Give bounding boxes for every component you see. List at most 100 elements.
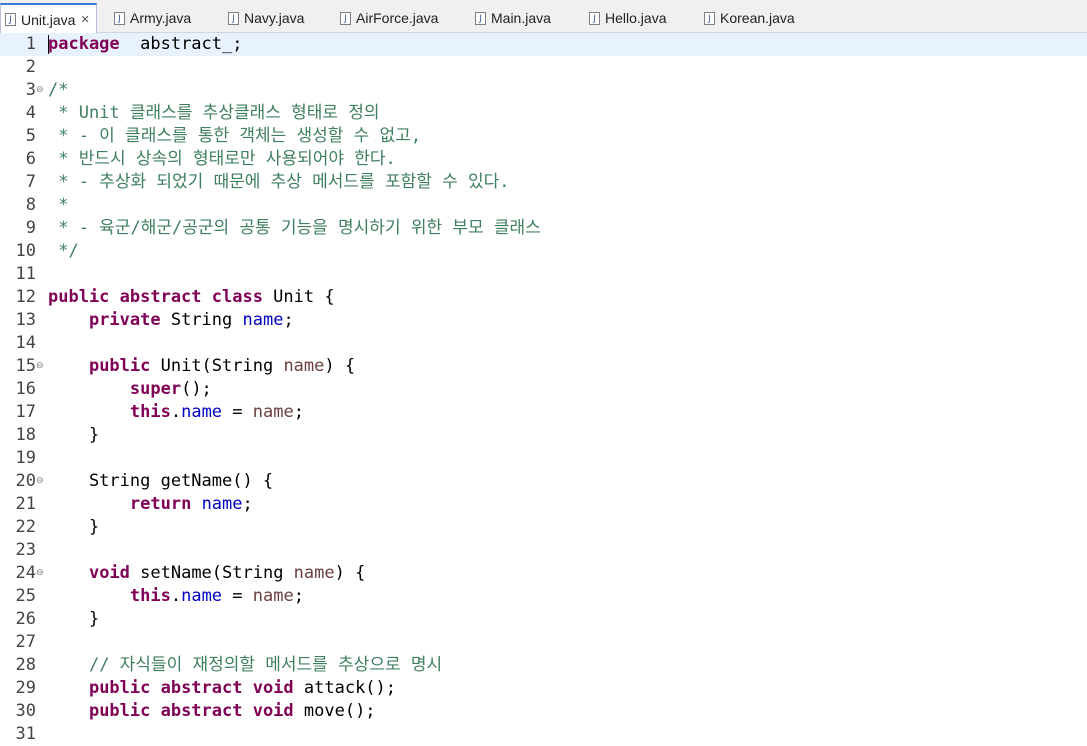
line-number: 14 <box>15 333 36 353</box>
code-line[interactable]: 5 * - 이 클래스를 통한 객체는 생성할 수 없고, <box>0 125 1087 148</box>
java-file-icon: J <box>114 11 125 25</box>
code-line[interactable]: 17 this.name = name; <box>0 401 1087 424</box>
code-line[interactable]: 14 <box>0 332 1087 355</box>
code-line[interactable]: 7 * - 추상화 되었기 때문에 추상 메서드를 포함할 수 있다. <box>0 171 1087 194</box>
code-text: */ <box>48 241 79 261</box>
code-text: * - 추상화 되었기 때문에 추상 메서드를 포함할 수 있다. <box>48 172 510 192</box>
code-line[interactable]: 21 return name; <box>0 493 1087 516</box>
tab-unit-java[interactable]: J Unit.java ✕ <box>0 3 97 34</box>
tab-airforce-java[interactable]: J AirForce.java <box>340 4 438 32</box>
tab-label: Unit.java <box>21 11 76 28</box>
code-text: public abstract void move(); <box>88 701 376 721</box>
line-number: 22 <box>15 517 36 537</box>
tab-label: Korean.java <box>720 10 795 26</box>
code-text: // 자식들이 재정의할 메서드를 추상으로 명시 <box>88 655 443 675</box>
code-text: } <box>48 517 100 537</box>
line-number: 19 <box>15 448 36 468</box>
fold-collapse-icon[interactable]: ⊖ <box>36 360 44 372</box>
code-line[interactable]: 13 private String name; <box>0 309 1087 332</box>
tab-label: Main.java <box>491 10 551 26</box>
code-line[interactable]: 22 } <box>0 516 1087 539</box>
tab-navy-java[interactable]: J Navy.java <box>228 4 304 32</box>
java-file-icon: J <box>704 11 715 25</box>
line-number: 3 <box>25 80 36 100</box>
code-line[interactable]: 10 */ <box>0 240 1087 263</box>
tab-army-java[interactable]: J Army.java <box>114 4 191 32</box>
line-number: 26 <box>15 609 36 629</box>
line-number: 16 <box>15 379 36 399</box>
code-text: * 반드시 상속의 형태로만 사용되어야 한다. <box>48 149 396 169</box>
code-text: * - 육군/해군/공군의 공통 기능을 명시하기 위한 부모 클래스 <box>48 218 541 238</box>
line-number: 11 <box>15 264 36 284</box>
java-file-icon: J <box>228 11 239 25</box>
line-number: 21 <box>15 494 36 514</box>
java-file-icon: J <box>340 11 351 25</box>
code-text: * <box>48 195 69 215</box>
line-number: 9 <box>25 218 36 238</box>
code-line[interactable]: 24 ⊖ void setName(String name) { <box>0 562 1087 585</box>
code-line[interactable]: 8 * <box>0 194 1087 217</box>
java-file-icon: J <box>5 13 16 26</box>
code-text: } <box>48 609 100 629</box>
code-line[interactable]: 9 * - 육군/해군/공군의 공통 기능을 명시하기 위한 부모 클래스 <box>0 217 1087 240</box>
tab-label: Army.java <box>130 10 192 26</box>
tab-hello-java[interactable]: J Hello.java <box>589 4 666 32</box>
tab-label: Navy.java <box>244 10 305 26</box>
code-line[interactable]: 4 * Unit 클래스를 추상클래스 형태로 정의 <box>0 102 1087 125</box>
code-text: /* <box>48 80 69 100</box>
code-line[interactable]: 2 <box>0 56 1087 79</box>
code-line[interactable]: 27 <box>0 631 1087 654</box>
code-line[interactable]: 20 ⊖ String getName() { <box>0 470 1087 493</box>
line-number: 17 <box>15 402 36 422</box>
code-line[interactable]: 3 ⊖ /* <box>0 79 1087 102</box>
code-line[interactable]: 26 } <box>0 608 1087 631</box>
code-line[interactable]: 11 <box>0 263 1087 286</box>
code-line[interactable]: 29 public abstract void attack(); <box>0 677 1087 700</box>
code-text: this.name = name; <box>129 586 304 606</box>
code-line[interactable]: 31 <box>0 723 1087 746</box>
code-line[interactable]: 28 // 자식들이 재정의할 메서드를 추상으로 명시 <box>0 654 1087 677</box>
tab-main-java[interactable]: J Main.java <box>475 4 551 32</box>
line-number: 28 <box>15 655 36 675</box>
code-line[interactable]: 25 this.name = name; <box>0 585 1087 608</box>
line-number: 13 <box>15 310 36 330</box>
line-number: 18 <box>15 425 36 445</box>
code-line[interactable]: 19 <box>0 447 1087 470</box>
fold-collapse-icon[interactable]: ⊖ <box>36 567 44 579</box>
code-text: return name; <box>129 494 253 514</box>
line-number: 31 <box>15 724 36 744</box>
code-text: public abstract class Unit { <box>48 287 335 307</box>
editor-tab-bar: J Unit.java ✕ J Army.java J Navy.java J … <box>0 0 1087 34</box>
code-text: void setName(String name) { <box>88 563 366 583</box>
line-number: 8 <box>25 195 36 215</box>
code-text: package abstract_; <box>48 34 243 54</box>
line-number: 4 <box>25 103 36 123</box>
java-file-icon: J <box>475 11 486 25</box>
code-line[interactable]: 16 super(); <box>0 378 1087 401</box>
close-icon[interactable]: ✕ <box>80 13 89 26</box>
tab-korean-java[interactable]: J Korean.java <box>704 4 795 32</box>
fold-collapse-icon[interactable]: ⊖ <box>36 475 44 487</box>
code-line[interactable]: 18 } <box>0 424 1087 447</box>
java-file-icon: J <box>589 11 600 25</box>
line-number: 6 <box>25 149 36 169</box>
code-line[interactable]: 30 public abstract void move(); <box>0 700 1087 723</box>
code-line[interactable]: 15 ⊖ public Unit(String name) { <box>0 355 1087 378</box>
code-line[interactable]: 1 package abstract_; <box>0 33 1087 56</box>
code-text: this.name = name; <box>129 402 304 422</box>
code-text: } <box>48 425 100 445</box>
code-text: super(); <box>129 379 212 399</box>
line-number: 1 <box>25 34 36 54</box>
code-editor[interactable]: 1 package abstract_; 2 3 ⊖/* 4 * Unit 클래스를 추상… <box>0 33 1087 744</box>
line-number: 2 <box>25 57 36 77</box>
code-line[interactable]: 12 public abstract class Unit { <box>0 286 1087 309</box>
code-line[interactable]: 6 * 반드시 상속의 형태로만 사용되어야 한다. <box>0 148 1087 171</box>
code-text: * Unit 클래스를 추상클래스 형태로 정의 <box>48 103 380 123</box>
line-number: 5 <box>25 126 36 146</box>
code-line[interactable]: 23 <box>0 539 1087 562</box>
code-text: private String name; <box>88 310 294 330</box>
fold-collapse-icon[interactable]: ⊖ <box>36 84 44 96</box>
line-number: 15 <box>15 356 36 376</box>
line-number: 25 <box>15 586 36 606</box>
line-number: 23 <box>15 540 36 560</box>
